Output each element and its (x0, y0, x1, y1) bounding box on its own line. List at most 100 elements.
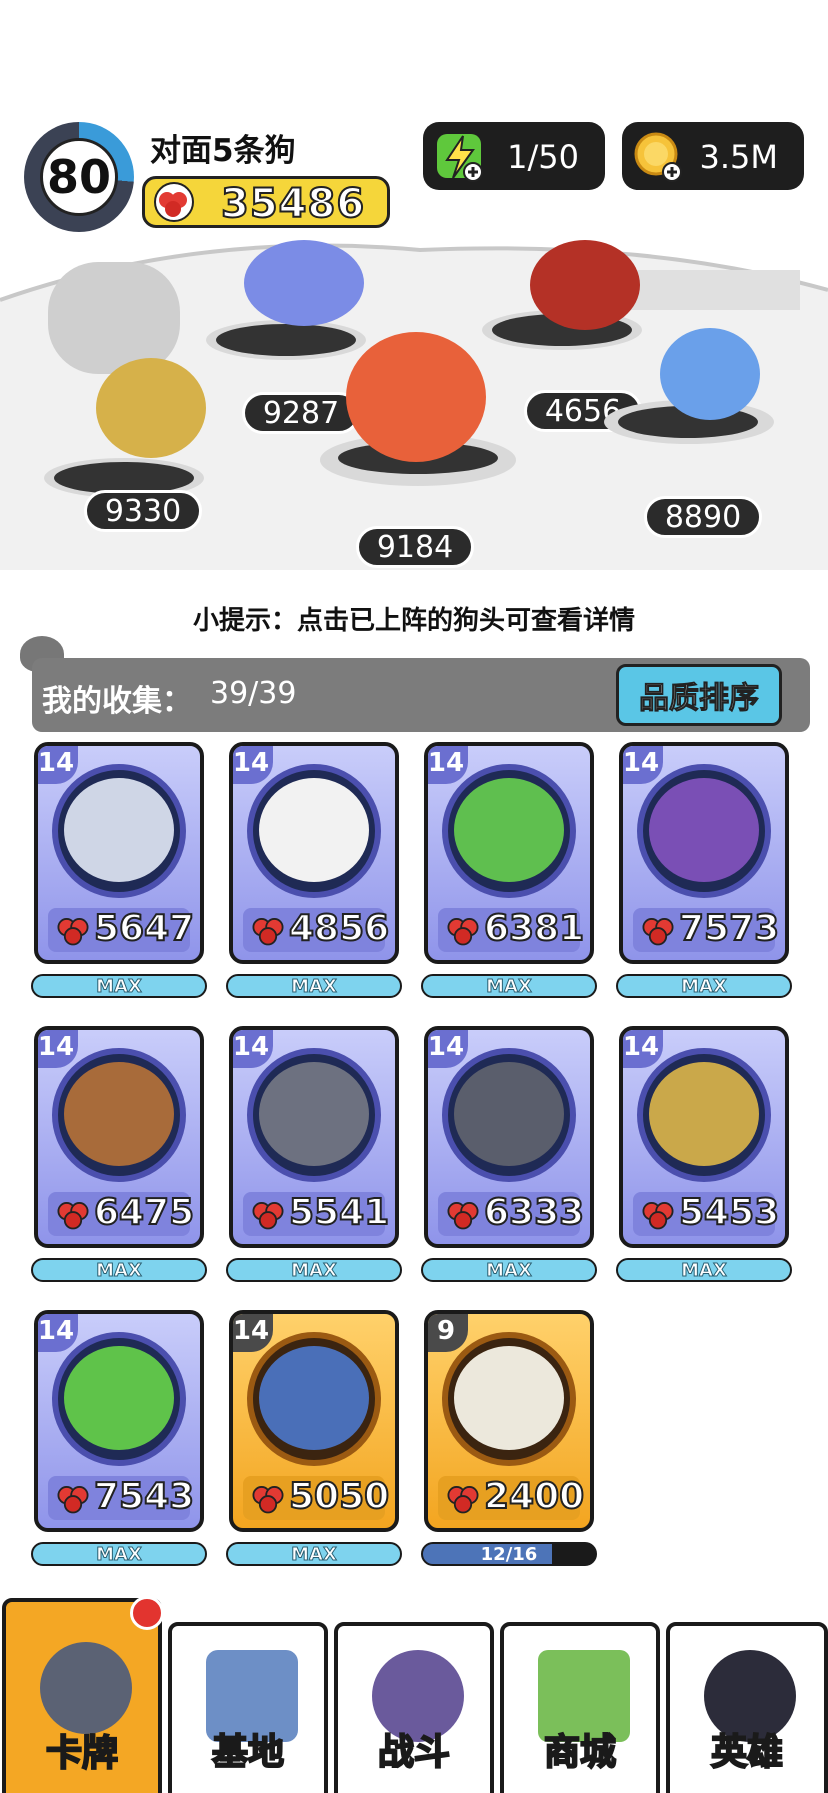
fist-icon (57, 1202, 89, 1230)
fist-icon (642, 1202, 674, 1230)
fist-icon (252, 1486, 284, 1514)
card-progress-bar: MAX (226, 974, 402, 998)
card-frame (442, 764, 576, 898)
tab-shop[interactable]: 商城 (500, 1622, 660, 1793)
arena-hp-5: 8890 (644, 496, 762, 538)
card-level: 14 (233, 1030, 273, 1068)
card-power-value: 5647 (93, 907, 195, 950)
collection-bar: 我的收集： 39/39 品质排序 (32, 658, 810, 732)
fist-icon (57, 918, 89, 946)
arena-dog-5[interactable] (660, 328, 760, 420)
card-progress-bar: MAX (226, 1542, 402, 1566)
card-frame (247, 764, 381, 898)
card-progress-label: MAX (96, 1259, 143, 1281)
card-progress-bar: MAX (616, 1258, 792, 1282)
energy-counter[interactable]: 1/50 (423, 122, 605, 190)
coin-plus-icon[interactable] (632, 130, 684, 182)
card-level: 14 (38, 1314, 78, 1352)
card-frame (247, 1332, 381, 1466)
card-power: 4856 (243, 907, 390, 952)
card-power-value: 6475 (93, 1191, 195, 1234)
card-frame (637, 1048, 771, 1182)
dog-portrait (454, 1346, 564, 1450)
card-level: 14 (623, 1030, 663, 1068)
card-power-value: 2400 (483, 1475, 585, 1518)
coin-counter[interactable]: 3.5M (622, 122, 804, 190)
card-frame (52, 1048, 186, 1182)
card-frame (52, 1332, 186, 1466)
card-progress-label: MAX (681, 1259, 728, 1281)
notification-badge (130, 1596, 164, 1630)
card-progress-label: MAX (486, 975, 533, 997)
tab-base[interactable]: 基地 (168, 1622, 328, 1793)
dog-portrait (259, 1346, 369, 1450)
card-progress-label: MAX (291, 1543, 338, 1565)
sort-by-quality-button[interactable]: 品质排序 (616, 664, 782, 726)
tab-battle[interactable]: 战斗 (334, 1622, 494, 1793)
arena-hp-1: 9330 (84, 490, 202, 532)
card-power: 6333 (438, 1191, 585, 1236)
collection-count: 39/39 (210, 676, 297, 711)
dog-card[interactable]: 14 7573 (619, 742, 789, 964)
card-power: 7543 (48, 1475, 195, 1520)
card-power: 6381 (438, 907, 585, 952)
card-progress-bar: MAX (31, 974, 207, 998)
card-power-value: 7573 (678, 907, 780, 950)
card-level: 14 (233, 1314, 273, 1352)
arena-hp-3: 9184 (356, 526, 474, 568)
dog-portrait (649, 778, 759, 882)
dog-card[interactable]: 14 5647 (34, 742, 204, 964)
card-frame (442, 1332, 576, 1466)
card-power-value: 7543 (93, 1475, 195, 1518)
hint-text: 小提示：点击已上阵的狗头可查看详情 (192, 606, 635, 636)
dog-card[interactable]: 14 5541 (229, 1026, 399, 1248)
card-progress-label: MAX (291, 1259, 338, 1281)
card-progress-label: MAX (681, 975, 728, 997)
lightning-plus-icon[interactable] (433, 130, 485, 182)
dog-card[interactable]: 14 4856 (229, 742, 399, 964)
dog-card[interactable]: 14 6381 (424, 742, 594, 964)
dog-portrait (649, 1062, 759, 1166)
card-power: 6475 (48, 1191, 195, 1236)
card-progress-label: MAX (96, 975, 143, 997)
arena-dog-2[interactable] (244, 240, 364, 326)
card-progress-bar: MAX (31, 1258, 207, 1282)
card-progress-bar: MAX (616, 974, 792, 998)
arena-dog-4[interactable] (530, 240, 640, 330)
card-frame (52, 764, 186, 898)
card-progress-bar: MAX (31, 1542, 207, 1566)
card-power: 5647 (48, 907, 195, 952)
total-power-value: 35486 (220, 180, 366, 228)
tab-heroes[interactable]: 英雄 (666, 1622, 828, 1793)
card-progress-label: MAX (291, 975, 338, 997)
card-progress-label: 12/16 (480, 1543, 538, 1565)
fist-icon (57, 1486, 89, 1514)
card-frame (247, 1048, 381, 1182)
dog-card[interactable]: 14 5050 (229, 1310, 399, 1532)
opponent-name: 对面5条狗 (150, 133, 296, 169)
dog-portrait (454, 778, 564, 882)
arena-dog-3[interactable] (346, 332, 486, 462)
dog-portrait (454, 1062, 564, 1166)
arena-dog-1[interactable] (96, 358, 206, 458)
total-power: 35486 (142, 176, 390, 228)
card-progress-bar: MAX (421, 1258, 597, 1282)
dog-card[interactable]: 14 5453 (619, 1026, 789, 1248)
card-progress-label: MAX (486, 1259, 533, 1281)
dog-card[interactable]: 14 6333 (424, 1026, 594, 1248)
dog-card[interactable]: 14 7543 (34, 1310, 204, 1532)
energy-value: 1/50 (507, 138, 579, 176)
card-power-value: 4856 (288, 907, 390, 950)
card-level: 14 (428, 746, 468, 784)
battle-arena: 9330 9287 9184 4656 8890 (0, 240, 828, 570)
card-level: 14 (623, 746, 663, 784)
tab-cards[interactable]: 卡牌 (2, 1596, 164, 1793)
husky-icon (40, 1642, 132, 1734)
fist-icon (447, 1486, 479, 1514)
dog-portrait (259, 1062, 369, 1166)
card-power: 5453 (633, 1191, 780, 1236)
card-level: 9 (428, 1314, 468, 1352)
dog-card[interactable]: 14 6475 (34, 1026, 204, 1248)
dog-card[interactable]: 9 2400 (424, 1310, 594, 1532)
fist-icon (252, 1202, 284, 1230)
